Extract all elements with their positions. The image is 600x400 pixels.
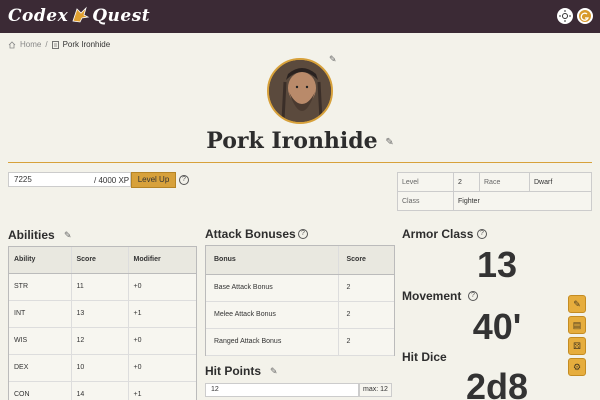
abilities-header-score: Score — [71, 247, 129, 274]
edit-sheet-button[interactable]: ✎ — [568, 295, 586, 313]
abilities-title: Abilities — [8, 228, 55, 242]
edit-hit-points-icon[interactable]: ✎ — [270, 366, 278, 377]
attack-bonuses-table: Bonus Score Base Attack Bonus 2 Melee Att… — [205, 245, 395, 356]
breadcrumb: Home / Pork Ironhide — [8, 40, 110, 49]
class-value: Fighter — [453, 191, 592, 211]
dice-button[interactable]: ⚄ — [568, 337, 586, 355]
bonus-score: 2 — [338, 301, 394, 329]
edit-name-icon[interactable]: ✎ — [385, 137, 393, 148]
xp-help-icon[interactable]: ? — [179, 175, 189, 185]
home-icon — [8, 40, 16, 48]
ability-score: 13 — [71, 300, 129, 328]
ability-score: 12 — [71, 327, 129, 355]
attack-bonuses-title: Attack Bonuses — [205, 227, 296, 241]
table-row: CON 14 +1 — [9, 381, 196, 400]
logo-text-right: Quest — [92, 6, 151, 26]
theme-toggle-button[interactable] — [557, 8, 573, 24]
hit-points-value: 12 — [211, 386, 219, 393]
breadcrumb-current: Pork Ironhide — [62, 40, 111, 49]
xp-max-label: / 4000 XP — [94, 176, 130, 185]
ability-score: 10 — [71, 354, 129, 382]
character-info-table: Level 2 Race Dwarf Class Fighter — [397, 172, 592, 211]
bonus-score: 2 — [338, 328, 394, 356]
hit-dice-title: Hit Dice — [402, 350, 447, 364]
settings-button[interactable]: ⚙ — [568, 358, 586, 376]
ability-score: 11 — [71, 273, 129, 301]
top-bar: Codex Quest — [0, 0, 600, 33]
dice-icon: ⚄ — [573, 341, 581, 351]
ability-score: 14 — [71, 381, 129, 400]
user-icon — [580, 12, 589, 21]
attack-header-score: Score — [338, 246, 394, 275]
movement-title: Movement — [402, 289, 462, 303]
document-icon: ▤ — [572, 320, 582, 330]
ability-modifier: +0 — [128, 354, 196, 382]
table-row: INT 13 +1 — [9, 300, 196, 328]
table-row: WIS 12 +0 — [9, 327, 196, 355]
armor-class-help-icon[interactable]: ? — [477, 229, 487, 239]
hit-points-title: Hit Points — [205, 364, 261, 378]
table-row: DEX 10 +0 — [9, 354, 196, 382]
logo-text-left: Codex — [8, 6, 69, 26]
abilities-table: Ability Score Modifier STR 11 +0 INT 13 +1 W… — [8, 246, 197, 400]
gear-icon: ⚙ — [572, 362, 582, 372]
sheet-icon — [51, 40, 59, 49]
ability-modifier: +1 — [128, 300, 196, 328]
movement-help-icon[interactable]: ? — [468, 291, 478, 301]
user-menu-button[interactable] — [577, 8, 593, 24]
ability-name: DEX — [9, 354, 72, 382]
attack-header-bonus: Bonus — [206, 246, 339, 275]
feather-icon: ✎ — [573, 299, 581, 309]
ability-name: STR — [9, 273, 72, 301]
xp-value: 7225 — [14, 175, 32, 184]
table-row: Melee Attack Bonus 2 — [206, 301, 394, 329]
table-row: Base Attack Bonus 2 — [206, 274, 394, 302]
edit-abilities-icon[interactable]: ✎ — [64, 230, 72, 241]
level-label: Level — [397, 172, 454, 192]
table-row: STR 11 +0 — [9, 273, 196, 301]
edit-portrait-icon[interactable]: ✎ — [329, 54, 337, 65]
level-value: 2 — [453, 172, 480, 192]
ability-name: CON — [9, 381, 72, 400]
notes-button[interactable]: ▤ — [568, 316, 586, 334]
ability-name: WIS — [9, 327, 72, 355]
armor-class-value: 13 — [476, 244, 518, 285]
ability-modifier: +0 — [128, 327, 196, 355]
hit-points-max: max: 12 — [359, 383, 392, 397]
app-logo[interactable]: Codex Quest — [8, 5, 150, 26]
hit-points-input[interactable]: 12 — [205, 383, 359, 397]
breadcrumb-home-link[interactable]: Home — [20, 40, 41, 49]
ability-modifier: +0 — [128, 273, 196, 301]
attack-help-icon[interactable]: ? — [298, 229, 308, 239]
bonus-name: Base Attack Bonus — [206, 274, 339, 302]
bonus-name: Ranged Attack Bonus — [206, 328, 339, 356]
portrait-image — [269, 60, 331, 122]
hit-dice-value: 2d8 — [465, 366, 529, 400]
character-name: Pork Ironhide ✎ — [0, 128, 600, 154]
abilities-header-modifier: Modifier — [128, 247, 196, 274]
abilities-header-ability: Ability — [9, 247, 72, 274]
ability-modifier: +1 — [128, 381, 196, 400]
breadcrumb-separator: / — [45, 40, 48, 49]
movement-value: 40' — [472, 306, 522, 347]
bonus-score: 2 — [338, 274, 394, 302]
race-label: Race — [479, 172, 530, 192]
class-label: Class — [397, 191, 454, 211]
ability-name: INT — [9, 300, 72, 328]
table-row: Ranged Attack Bonus 2 — [206, 328, 394, 356]
character-name-text: Pork Ironhide — [206, 128, 378, 154]
race-value: Dwarf — [529, 172, 592, 192]
header-divider — [8, 162, 592, 163]
sun-icon — [559, 10, 571, 22]
level-up-button[interactable]: Level Up — [131, 172, 176, 188]
dragon-logo-icon — [72, 6, 90, 23]
character-portrait — [267, 58, 333, 124]
bonus-name: Melee Attack Bonus — [206, 301, 339, 329]
armor-class-title: Armor Class — [402, 227, 474, 241]
